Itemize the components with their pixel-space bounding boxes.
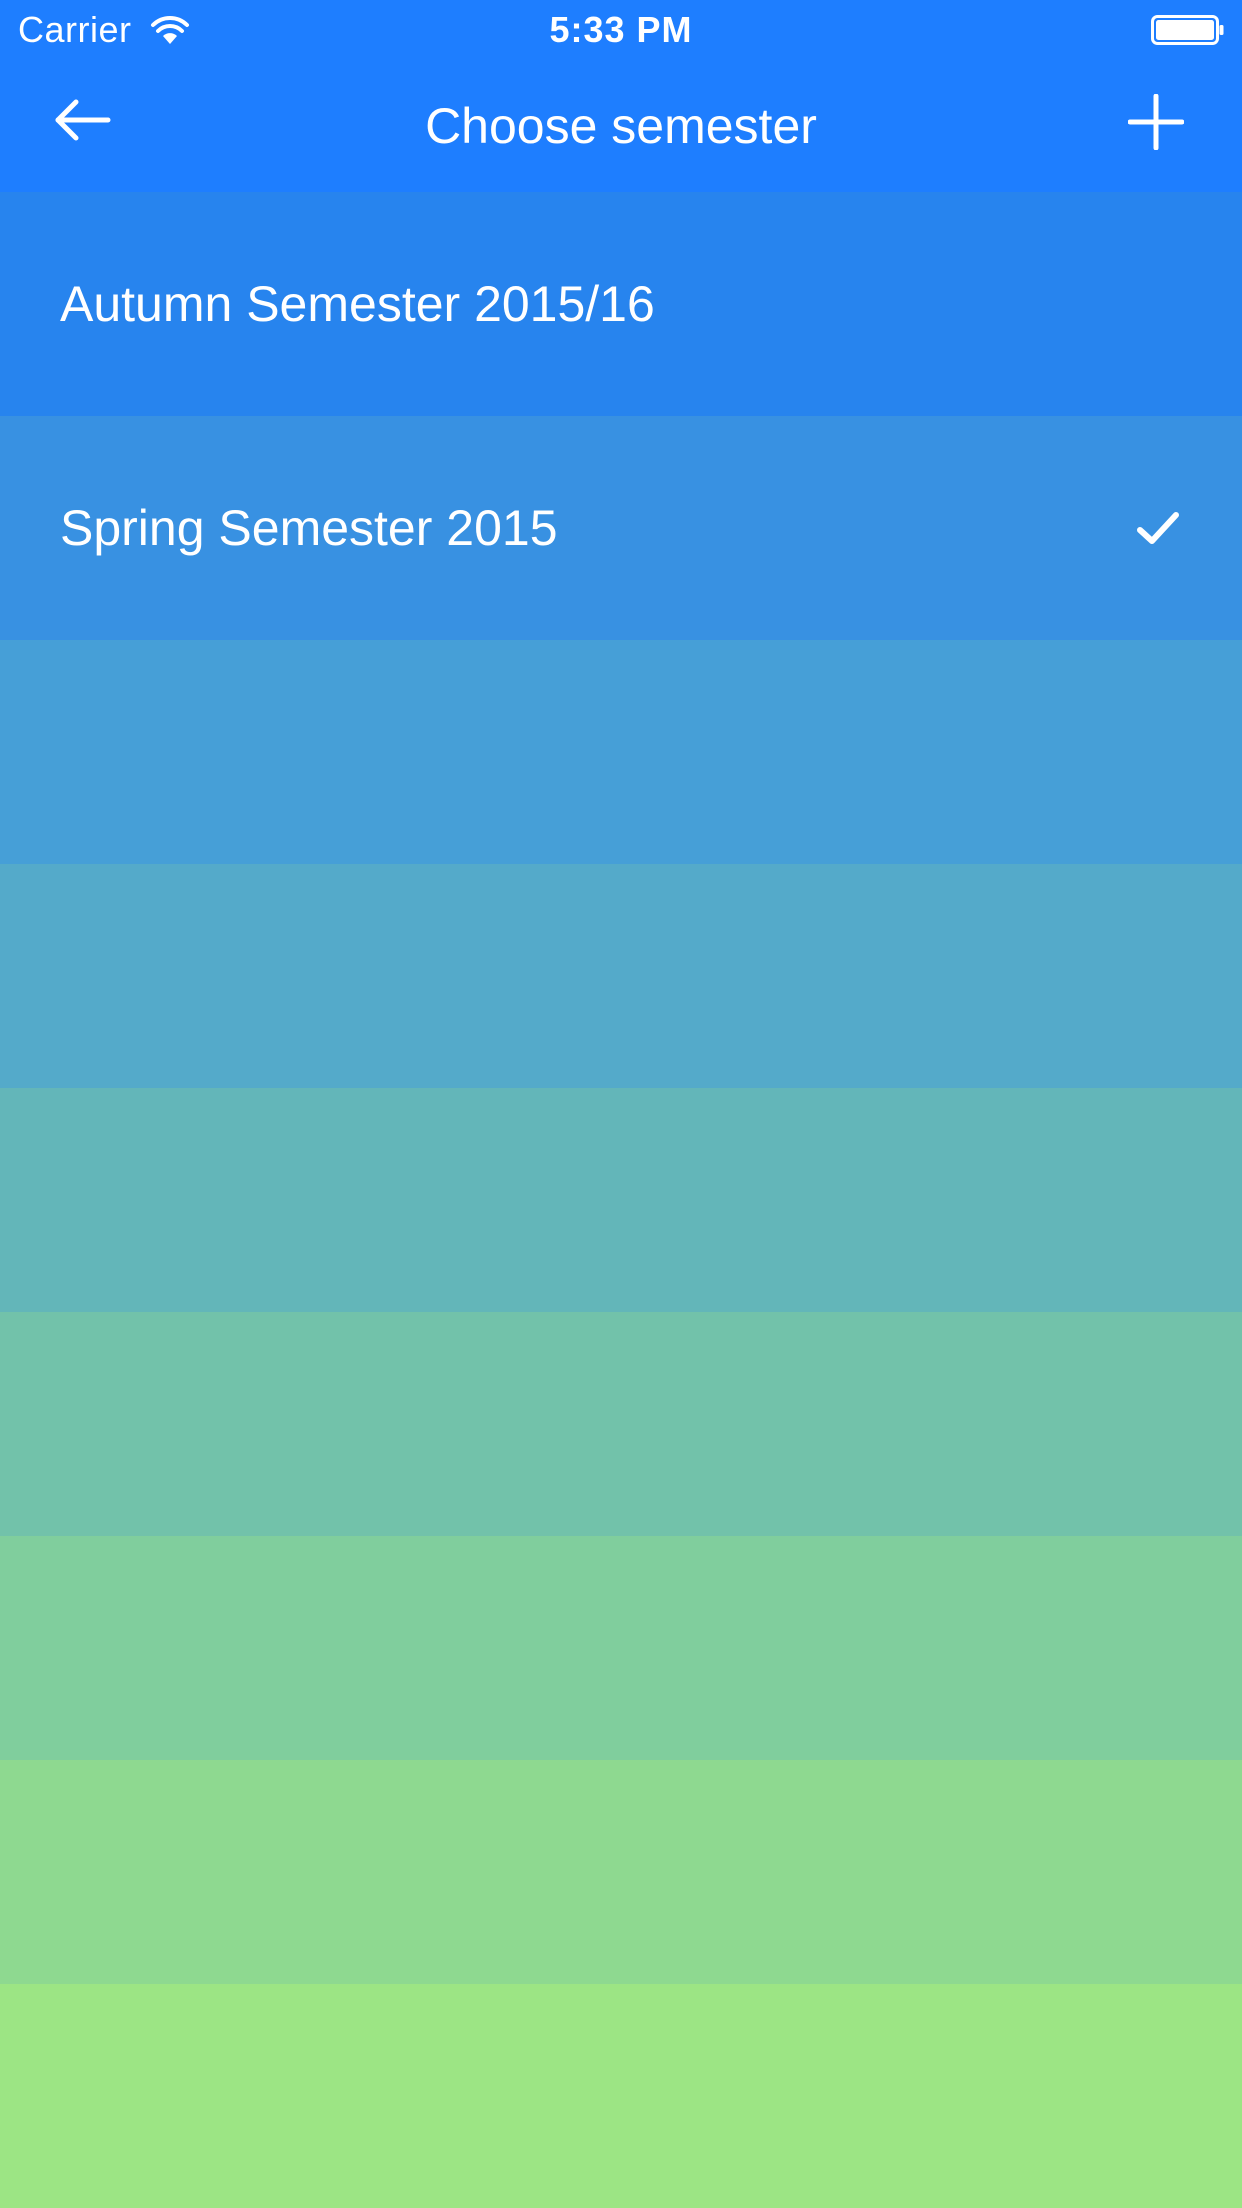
back-arrow-icon[interactable] bbox=[48, 90, 120, 150]
semester-row-empty[interactable] bbox=[0, 640, 1242, 864]
semester-label: Spring Semester 2015 bbox=[60, 500, 558, 556]
semester-row[interactable]: Autumn Semester 2015/16 bbox=[0, 192, 1242, 416]
semester-row-empty[interactable] bbox=[0, 864, 1242, 1088]
status-bar: Carrier 5:33 PM bbox=[0, 0, 1242, 60]
semester-row-empty[interactable] bbox=[0, 1088, 1242, 1312]
plus-icon[interactable] bbox=[1128, 94, 1184, 150]
semester-row[interactable]: Spring Semester 2015 bbox=[0, 416, 1242, 640]
semester-row-empty[interactable] bbox=[0, 1536, 1242, 1760]
semester-row-empty[interactable] bbox=[0, 1760, 1242, 1984]
semester-row-empty[interactable] bbox=[0, 1984, 1242, 2208]
status-time: 5:33 PM bbox=[549, 9, 693, 50]
semester-list: Autumn Semester 2015/16 Spring Semester … bbox=[0, 192, 1242, 2208]
page-title: Choose semester bbox=[425, 98, 817, 154]
semester-label: Autumn Semester 2015/16 bbox=[60, 276, 655, 332]
semester-row-empty[interactable] bbox=[0, 1312, 1242, 1536]
nav-bar: Choose semester bbox=[0, 60, 1242, 192]
battery-icon bbox=[1151, 15, 1224, 45]
checkmark-icon bbox=[1137, 512, 1179, 544]
semester-picker-screen: Carrier 5:33 PM Choose semester Autumn S… bbox=[0, 0, 1242, 2208]
